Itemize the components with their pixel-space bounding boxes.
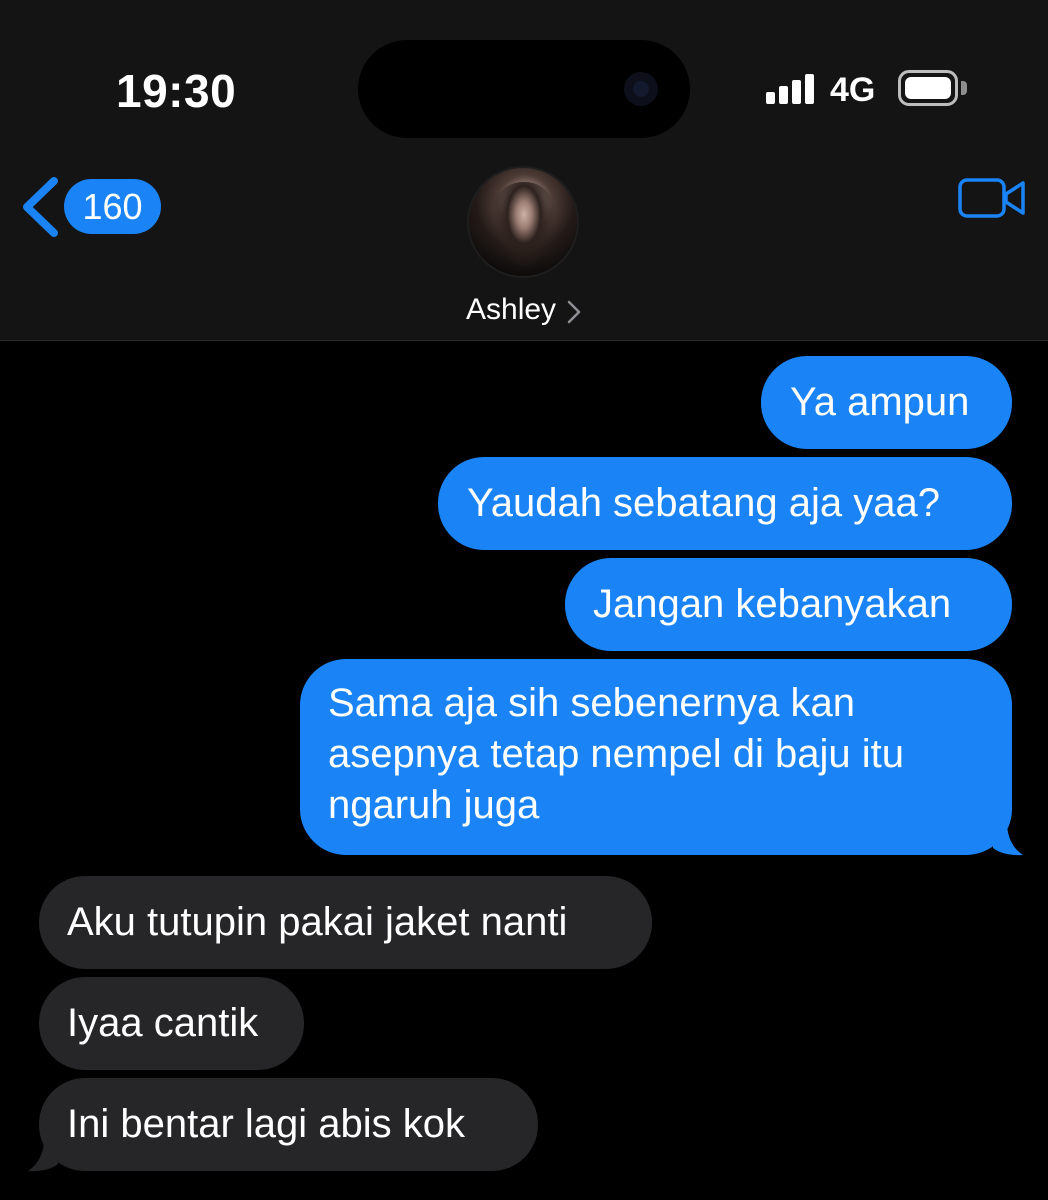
conversation-header: 19:30 4G 160 Ashley (0, 0, 1048, 341)
battery-tip (961, 81, 967, 95)
status-time: 19:30 (116, 65, 237, 117)
unread-count-badge[interactable]: 160 (64, 179, 161, 234)
sent-message[interactable]: Jangan kebanyakan (565, 558, 1012, 651)
message-line: Sama aja sih sebenernya kan (328, 681, 855, 725)
received-message[interactable]: Aku tutupin pakai jaket nanti (39, 876, 652, 969)
sent-message[interactable]: Ya ampun (761, 356, 1012, 449)
front-camera-icon (624, 72, 658, 106)
message-text: Jangan kebanyakan (593, 582, 952, 626)
battery-level (905, 77, 951, 99)
sent-bubble-tail (993, 826, 1023, 856)
back-chevron-icon[interactable] (18, 176, 62, 238)
network-type: 4G (830, 71, 876, 109)
contact-name[interactable]: Ashley (466, 292, 556, 328)
received-bubble-tail (28, 1142, 58, 1172)
signal-bars-icon (766, 74, 818, 104)
received-message[interactable]: Iyaa cantik (39, 977, 304, 1070)
message-text: Iyaa cantik (67, 1001, 259, 1045)
video-camera-icon[interactable] (958, 177, 1026, 219)
sent-message[interactable]: Sama aja sih sebenernya kan asepnya teta… (300, 659, 1012, 855)
contact-avatar[interactable] (467, 166, 579, 278)
message-text: Yaudah sebatang aja yaa? (467, 481, 940, 525)
message-line: asepnya tetap nempel di baju itu (328, 732, 904, 776)
message-line: ngaruh juga (328, 783, 540, 827)
message-text: Ya ampun (790, 380, 970, 424)
battery-icon (898, 70, 958, 106)
contact-chevron-icon[interactable] (566, 300, 582, 324)
received-message[interactable]: Ini bentar lagi abis kok (39, 1078, 538, 1171)
message-text: Ini bentar lagi abis kok (67, 1102, 466, 1146)
message-text: Aku tutupin pakai jaket nanti (67, 900, 568, 944)
sent-message[interactable]: Yaudah sebatang aja yaa? (438, 457, 1012, 550)
